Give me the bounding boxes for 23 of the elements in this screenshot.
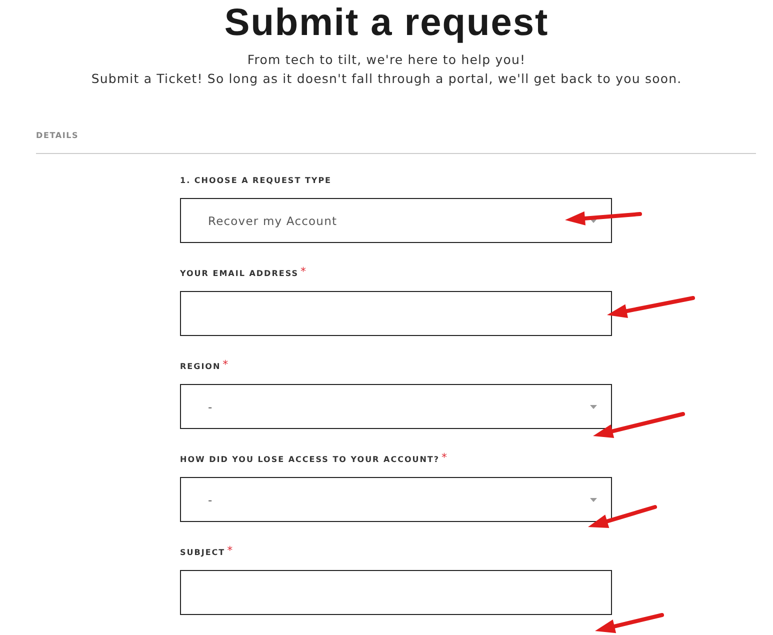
field-label: REGION [180, 361, 221, 373]
field-label: 1. CHOOSE A REQUEST TYPE [180, 175, 332, 187]
input-field[interactable] [180, 291, 612, 336]
section-heading: DETAILS [36, 131, 756, 154]
subtitle-text: Submit a Ticket! So long as it doesn't fall through a portal, we'll get back to you soon. [90, 70, 683, 88]
annotation-arrow [595, 613, 664, 634]
required-mark: * [222, 360, 228, 370]
required-mark: * [227, 546, 233, 556]
subtitle-text: From tech to tilt, we're here to help you! [246, 51, 527, 69]
caret-icon [590, 498, 597, 502]
caret-icon [590, 404, 597, 408]
dropdown-field[interactable]: - [180, 477, 612, 522]
required-mark: * [300, 267, 306, 277]
dropdown-field[interactable]: Recover my Account [180, 198, 612, 243]
input-field[interactable] [180, 570, 612, 615]
field-label: YOUR EMAIL ADDRESS [180, 268, 298, 280]
annotation-arrow [588, 505, 657, 528]
field-label: SUBJECT [180, 547, 226, 559]
page-title: Submit a request [223, 1, 550, 46]
field-label: HOW DID YOU LOSE ACCESS TO YOUR ACCOUNT? [180, 454, 440, 466]
dropdown-field[interactable]: - [180, 384, 612, 429]
caret-icon [590, 218, 597, 222]
required-mark: * [442, 453, 448, 463]
